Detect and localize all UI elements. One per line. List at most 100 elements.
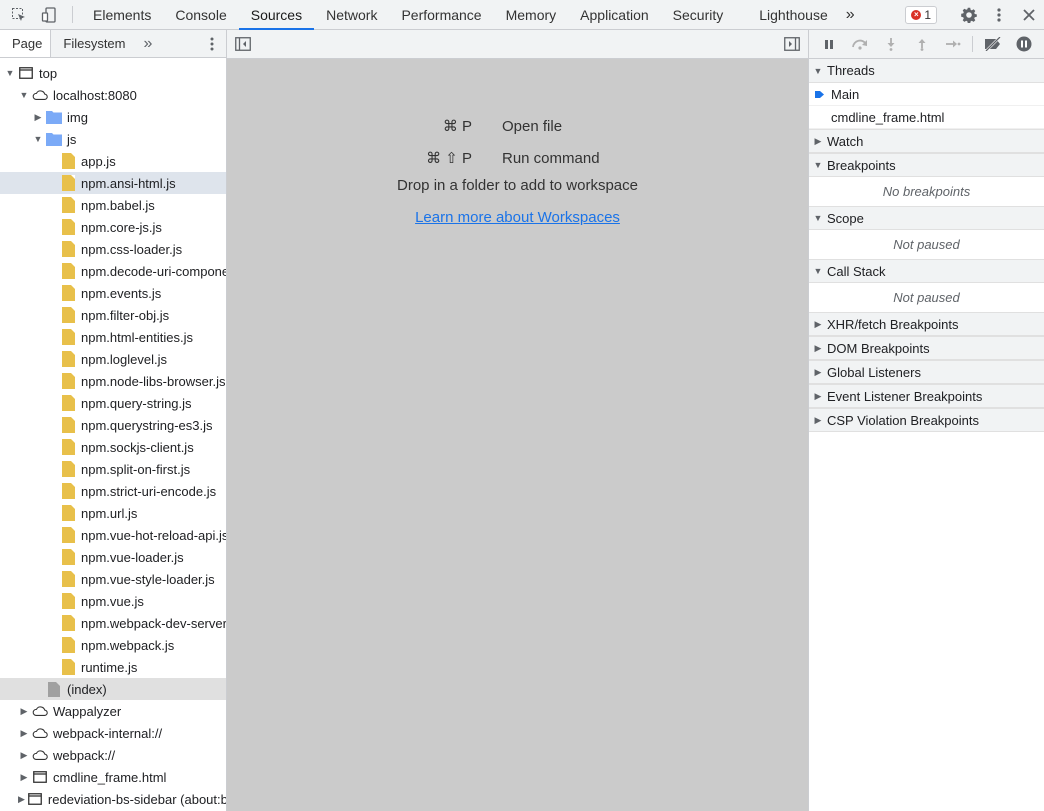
tab-filesystem[interactable]: Filesystem (51, 30, 133, 57)
section-threads[interactable]: ▼ Threads (809, 59, 1044, 83)
tree-item-webpack-internal[interactable]: ▶ webpack-internal:// (0, 722, 226, 744)
tree-item-label: top (39, 65, 58, 81)
tree-item-js-file[interactable]: npm.babel.js (0, 194, 226, 216)
section-csp-violation-breakpoints[interactable]: ▶ CSP Violation Breakpoints (809, 408, 1044, 432)
step-into-icon[interactable] (879, 34, 902, 54)
tab-console[interactable]: Console (163, 0, 238, 29)
tree-item-js-file[interactable]: npm.node-libs-browser.js (0, 370, 226, 392)
js-file-icon (60, 395, 76, 411)
tree-item-sidebar-frame[interactable]: ▶ redeviation-bs-sidebar (about:blank) (0, 788, 226, 810)
tree-item-js-file[interactable]: npm.querystring-es3.js (0, 414, 226, 436)
tab-sources[interactable]: Sources (238, 0, 315, 30)
tree-item-localhost[interactable]: ▼ localhost:8080 (0, 84, 226, 106)
collapsed-arrow-icon[interactable]: ▶ (18, 772, 30, 783)
tree-item-index[interactable]: (index) (0, 678, 226, 700)
section-global-listeners[interactable]: ▶ Global Listeners (809, 360, 1044, 384)
tree-item-js-file[interactable]: npm.core-js.js (0, 216, 226, 238)
tree-item-webpack[interactable]: ▶ webpack:// (0, 744, 226, 766)
js-file-icon (60, 417, 76, 433)
tree-item-js-file[interactable]: npm.sockjs-client.js (0, 436, 226, 458)
tab-memory[interactable]: Memory (494, 0, 569, 29)
file-tree: ▼ top ▼ localhost:8080 ▶ img ▼ js app.js… (0, 58, 226, 810)
tree-item-js-file[interactable]: npm.decode-uri-component.js (0, 260, 226, 282)
tab-performance[interactable]: Performance (389, 0, 493, 29)
collapsed-arrow-icon[interactable]: ▶ (18, 750, 30, 761)
tree-item-js-file[interactable]: npm.vue-style-loader.js (0, 568, 226, 590)
expanded-arrow-icon[interactable]: ▼ (18, 90, 30, 100)
collapsed-arrow-icon[interactable]: ▶ (18, 794, 25, 805)
tree-item-js-file[interactable]: runtime.js (0, 656, 226, 678)
tab-security[interactable]: Security (661, 0, 736, 29)
tree-item-js-file[interactable]: npm.vue-hot-reload-api.js (0, 524, 226, 546)
tree-item-js-file[interactable]: app.js (0, 150, 226, 172)
section-breakpoints[interactable]: ▼ Breakpoints (809, 153, 1044, 177)
section-watch[interactable]: ▶ Watch (809, 129, 1044, 153)
tree-item-wappalyzer[interactable]: ▶ Wappalyzer (0, 700, 226, 722)
tree-item-js-file[interactable]: npm.html-entities.js (0, 326, 226, 348)
device-toolbar-icon[interactable] (34, 0, 64, 29)
collapsed-arrow-icon[interactable]: ▶ (18, 706, 30, 717)
js-file-icon (60, 483, 76, 499)
collapsed-arrow-icon[interactable]: ▶ (18, 728, 30, 739)
section-dom-breakpoints[interactable]: ▶ DOM Breakpoints (809, 336, 1044, 360)
section-event-listener-breakpoints[interactable]: ▶ Event Listener Breakpoints (809, 384, 1044, 408)
deactivate-breakpoints-icon[interactable] (981, 34, 1004, 54)
shortcut-run-command: ⌘ ⇧ P Run command (227, 142, 808, 174)
tab-page[interactable]: Page (0, 30, 52, 57)
section-call-stack[interactable]: ▼ Call Stack (809, 259, 1044, 283)
step-out-icon[interactable] (910, 34, 933, 54)
section-xhr-breakpoints[interactable]: ▶ XHR/fetch Breakpoints (809, 312, 1044, 336)
tree-item-top[interactable]: ▼ top (0, 62, 226, 84)
navigator-more-tabs[interactable]: » (134, 30, 163, 57)
navigator-menu-icon[interactable] (198, 30, 226, 57)
tab-elements[interactable]: Elements (81, 0, 163, 29)
tree-item-js-file[interactable]: npm.webpack.js (0, 634, 226, 656)
tab-lighthouse[interactable]: Lighthouse (735, 0, 840, 29)
error-count-badge[interactable]: × 1 (905, 5, 937, 24)
collapsed-arrow-icon[interactable]: ▶ (32, 112, 44, 123)
tree-item-js-file[interactable]: npm.events.js (0, 282, 226, 304)
tree-item-js-file[interactable]: npm.vue.js (0, 590, 226, 612)
tree-item-js-file[interactable]: npm.filter-obj.js (0, 304, 226, 326)
pause-icon[interactable] (817, 34, 840, 54)
tab-network[interactable]: Network (314, 0, 389, 29)
toggle-navigator-icon[interactable] (235, 37, 251, 54)
section-scope[interactable]: ▼ Scope (809, 206, 1044, 230)
thread-main[interactable]: Main (809, 83, 1044, 106)
tree-item-cmdline-frame[interactable]: ▶ cmdline_frame.html (0, 766, 226, 788)
more-tabs-button[interactable]: » (840, 0, 861, 29)
current-thread-arrow-icon (809, 89, 831, 100)
tree-item-js-file[interactable]: npm.loglevel.js (0, 348, 226, 370)
tree-item-js-file[interactable]: npm.split-on-first.js (0, 458, 226, 480)
toggle-debugger-icon[interactable] (784, 37, 800, 54)
tree-item-js-folder[interactable]: ▼ js (0, 128, 226, 150)
more-options-icon[interactable] (984, 7, 1014, 23)
tree-item-js-file[interactable]: npm.ansi-html.js (0, 172, 226, 194)
tree-item-label: Wappalyzer (53, 703, 122, 719)
learn-workspaces-link[interactable]: Learn more about Workspaces (415, 209, 620, 226)
tab-application[interactable]: Application (568, 0, 661, 29)
close-icon[interactable] (1014, 8, 1044, 21)
step-icon[interactable] (941, 34, 964, 54)
tree-item-js-file[interactable]: npm.strict-uri-encode.js (0, 480, 226, 502)
expanded-arrow-icon[interactable]: ▼ (32, 134, 44, 144)
expanded-arrow-icon[interactable]: ▼ (4, 68, 16, 78)
shortcut-label: Open file (502, 117, 563, 135)
tree-item-js-file[interactable]: npm.url.js (0, 502, 226, 524)
step-over-icon[interactable] (848, 34, 871, 54)
tree-item-js-file[interactable]: npm.webpack-dev-server.js (0, 612, 226, 634)
js-file-icon (60, 505, 76, 521)
inspect-element-icon[interactable] (4, 0, 34, 29)
tree-item-label: npm.webpack-dev-server.js (81, 615, 226, 631)
shortcut-key: ⌘ P (442, 118, 472, 135)
tree-item-js-file[interactable]: npm.query-string.js (0, 392, 226, 414)
tree-item-js-file[interactable]: npm.css-loader.js (0, 238, 226, 260)
thread-cmdline-frame[interactable]: cmdline_frame.html (809, 106, 1044, 129)
tree-item-js-file[interactable]: npm.vue-loader.js (0, 546, 226, 568)
frame-icon (18, 65, 34, 81)
debugger-toolbar (809, 30, 1044, 59)
settings-gear-icon[interactable] (954, 7, 984, 23)
pause-on-exceptions-icon[interactable] (1012, 34, 1035, 54)
tree-item-img-folder[interactable]: ▶ img (0, 106, 226, 128)
js-file-icon (60, 549, 76, 565)
